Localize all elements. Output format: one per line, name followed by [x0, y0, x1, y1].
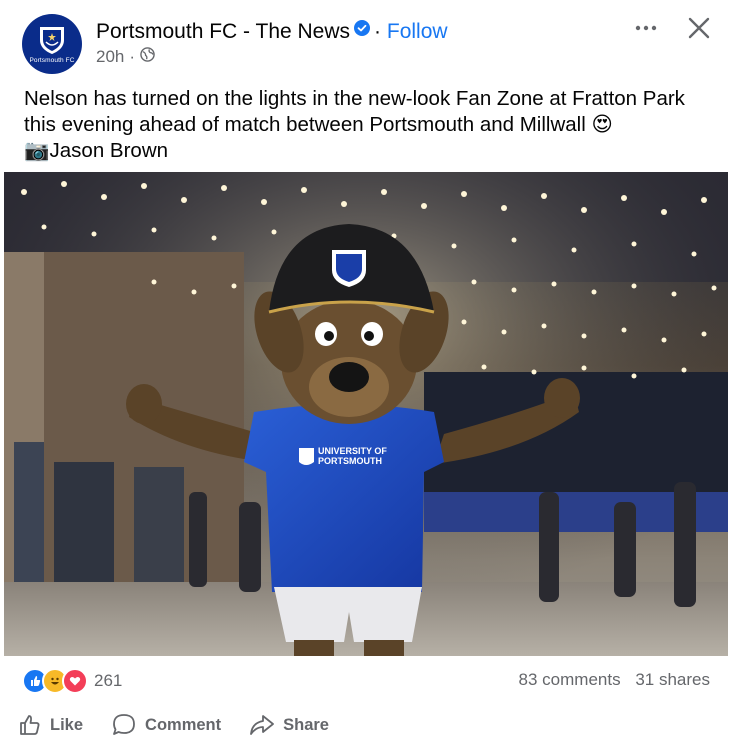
photo-credit: 📷Jason Brown [24, 139, 169, 162]
reaction-count: 261 [94, 671, 123, 690]
verified-badge-icon [354, 18, 371, 42]
post-timestamp[interactable]: 20h [96, 47, 124, 67]
post-header-title: Portsmouth FC - The News · Follow [96, 20, 448, 44]
comment-button[interactable]: Comment [111, 712, 221, 738]
like-label: Like [50, 715, 84, 734]
follow-button[interactable]: Follow [387, 20, 448, 43]
avatar-label: Portsmouth FC [29, 57, 75, 64]
shares-count-link[interactable]: 31 shares [635, 670, 710, 689]
mascot-photo-illustration: UNIVERSITY OF PORTSMOUTH [4, 172, 728, 656]
shirt-sponsor-line2: PORTSMOUTH [318, 456, 382, 466]
facebook-post: Portsmouth FC Portsmouth FC - The News · … [0, 0, 734, 750]
comments-count-link[interactable]: 83 comments [519, 670, 621, 689]
like-icon [18, 713, 42, 737]
page-name-link[interactable]: Portsmouth FC - The News [96, 20, 350, 43]
close-icon[interactable] [686, 15, 712, 41]
shirt-sponsor-line1: UNIVERSITY OF [318, 446, 387, 456]
comment-icon [111, 712, 137, 738]
post-photo[interactable]: UNIVERSITY OF PORTSMOUTH [4, 172, 728, 656]
post-caption: Nelson has turned on the lights in the n… [24, 86, 714, 164]
share-icon [249, 713, 275, 737]
caption-text: Nelson has turned on the lights in the n… [24, 87, 685, 136]
crest-icon [40, 27, 64, 54]
love-reaction-icon [62, 668, 88, 694]
like-button[interactable]: Like [18, 713, 83, 737]
globe-icon [140, 47, 155, 67]
reactions-summary[interactable]: 261 [22, 668, 122, 694]
post-action-bar: Like Comment Share [18, 712, 357, 738]
post-meta: 20h · [96, 47, 155, 67]
separator-dot: · [374, 20, 382, 43]
comment-label: Comment [145, 715, 222, 734]
page-avatar[interactable]: Portsmouth FC [22, 14, 82, 74]
share-label: Share [283, 715, 329, 734]
engagement-stats: 83 comments 31 shares [509, 670, 710, 690]
more-options-icon[interactable] [634, 17, 658, 33]
meta-separator: · [129, 47, 136, 66]
share-button[interactable]: Share [249, 713, 329, 737]
